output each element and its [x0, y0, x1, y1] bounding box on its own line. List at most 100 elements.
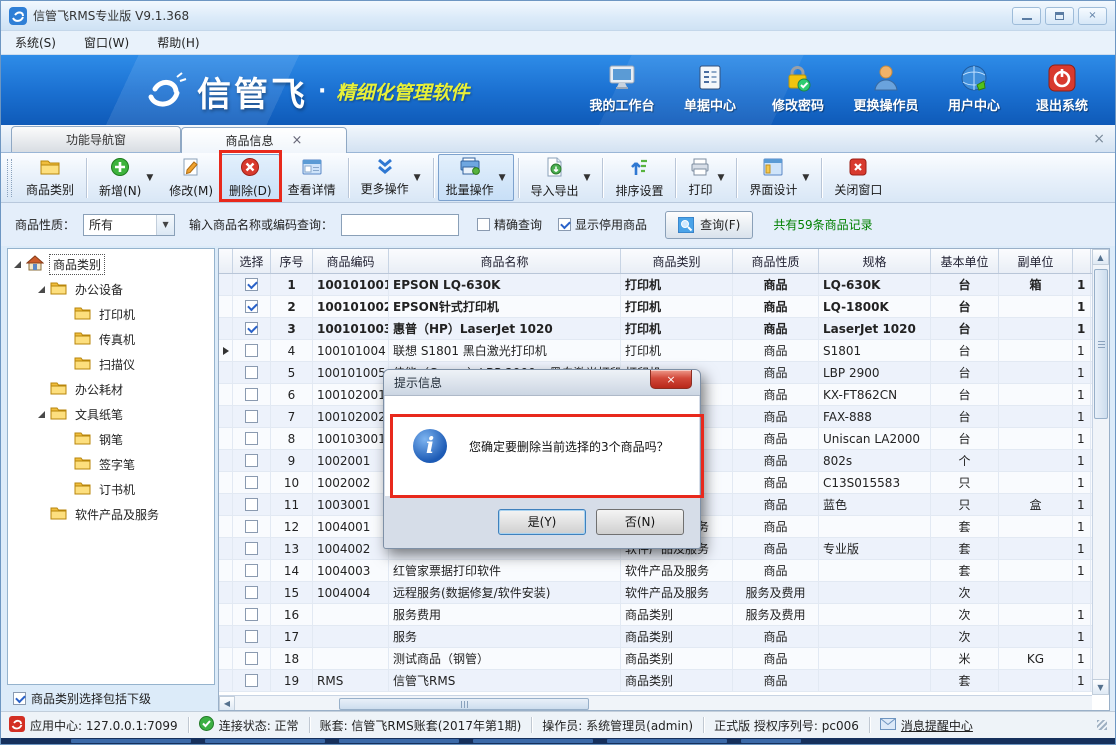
select-cell[interactable]: [233, 472, 271, 493]
horizontal-scrollbar[interactable]: ◀: [219, 695, 1092, 710]
column-header[interactable]: 规格: [819, 249, 931, 273]
horizontal-scroll-thumb[interactable]: [339, 698, 589, 710]
action-change-password[interactable]: 修改密码: [759, 63, 837, 114]
tree-item[interactable]: 文具纸笔: [8, 402, 214, 427]
table-row[interactable]: 4100101004联想 S1801 黑白激光打印机打印机商品S1801台1: [219, 340, 1109, 362]
action-my-workbench[interactable]: 我的工作台: [583, 63, 661, 114]
select-cell[interactable]: [233, 494, 271, 515]
menu-window[interactable]: 窗口(W): [84, 34, 129, 51]
table-row[interactable]: 151004004远程服务(数据修复/软件安装)软件产品及服务服务及费用次: [219, 582, 1109, 604]
no-button[interactable]: 否(N): [596, 509, 684, 535]
search-input[interactable]: [341, 214, 459, 236]
select-cell[interactable]: [233, 560, 271, 581]
tree-item[interactable]: 商品类别: [8, 252, 214, 277]
select-cell[interactable]: [233, 318, 271, 339]
tabstrip-close-icon[interactable]: ×: [1093, 131, 1105, 147]
tree-item[interactable]: 钢笔: [8, 427, 214, 452]
action-exit-system[interactable]: 退出系统: [1023, 63, 1101, 114]
table-row[interactable]: 19RMS信管飞RMS商品类别商品套1: [219, 670, 1109, 692]
column-header[interactable]: 商品名称: [389, 249, 621, 273]
column-header[interactable]: 副单位: [999, 249, 1073, 273]
table-row[interactable]: 141004003红管家票据打印软件软件产品及服务商品套1: [219, 560, 1109, 582]
row-checkbox[interactable]: [245, 278, 258, 291]
yes-button[interactable]: 是(Y): [498, 509, 586, 535]
tab-function-nav[interactable]: 功能导航窗: [11, 126, 181, 152]
row-checkbox[interactable]: [245, 542, 258, 555]
tree-item[interactable]: 订书机: [8, 477, 214, 502]
toolbar-button-1[interactable]: 商品类别: [18, 155, 82, 201]
dropdown-arrow-icon[interactable]: ▼: [499, 173, 506, 183]
toolbar-button-3[interactable]: 修改(M): [161, 154, 221, 202]
scroll-left-button[interactable]: ◀: [219, 696, 235, 711]
tab-product-info[interactable]: 商品信息 ×: [181, 127, 347, 153]
tree-item[interactable]: 签字笔: [8, 452, 214, 477]
statusbar-item-6[interactable]: 消息提醒中心: [880, 717, 973, 734]
toolbar-button-10[interactable]: 打印▼: [680, 155, 732, 201]
select-cell[interactable]: [233, 340, 271, 361]
action-switch-operator[interactable]: 更换操作员: [847, 63, 925, 114]
column-header[interactable]: 选择: [233, 249, 271, 273]
toolbar-button-6[interactable]: 更多操作▼: [353, 155, 429, 200]
toolbar-button-8[interactable]: 导入导出▼: [523, 154, 599, 202]
dropdown-arrow-icon[interactable]: ▼: [584, 173, 591, 183]
row-checkbox[interactable]: [245, 674, 258, 687]
action-bills-center[interactable]: 单据中心: [671, 63, 749, 114]
toolbar-button-12[interactable]: 关闭窗口: [826, 155, 890, 201]
row-checkbox[interactable]: [245, 476, 258, 489]
table-row[interactable]: 16服务费用商品类别服务及费用次1: [219, 604, 1109, 626]
table-row[interactable]: 1100101001EPSON LQ-630K打印机商品LQ-630K台箱1: [219, 274, 1109, 296]
tab-close-icon[interactable]: ×: [292, 134, 303, 147]
tree-expander-icon[interactable]: [14, 261, 21, 268]
table-row[interactable]: 18测试商品（钢管）商品类别商品米KG1: [219, 648, 1109, 670]
show-disabled-checkbox[interactable]: 显示停用商品: [558, 216, 647, 233]
dropdown-arrow-icon[interactable]: ▼: [146, 173, 153, 183]
row-checkbox[interactable]: [245, 366, 258, 379]
select-cell[interactable]: [233, 582, 271, 603]
tree-item[interactable]: 扫描仪: [8, 352, 214, 377]
scroll-down-button[interactable]: ▼: [1092, 679, 1109, 695]
row-checkbox[interactable]: [245, 608, 258, 621]
exact-query-checkbox[interactable]: 精确查询: [477, 216, 542, 233]
toolbar-drag-handle[interactable]: [7, 159, 12, 197]
select-cell[interactable]: [233, 626, 271, 647]
dropdown-arrow-icon[interactable]: ▼: [414, 173, 421, 183]
select-cell[interactable]: [233, 538, 271, 559]
nature-select[interactable]: 所有 ▼: [83, 214, 175, 236]
row-checkbox[interactable]: [245, 388, 258, 401]
table-row[interactable]: 17服务商品类别商品次1: [219, 626, 1109, 648]
tree-item[interactable]: 办公耗材: [8, 377, 214, 402]
row-checkbox[interactable]: [245, 300, 258, 313]
select-cell[interactable]: [233, 406, 271, 427]
select-cell[interactable]: [233, 670, 271, 691]
dropdown-arrow-icon[interactable]: ▼: [802, 173, 809, 183]
row-checkbox[interactable]: [245, 564, 258, 577]
toolbar-button-2[interactable]: 新增(N)▼: [91, 154, 161, 202]
tree-item[interactable]: 软件产品及服务: [8, 502, 214, 527]
select-cell[interactable]: [233, 296, 271, 317]
dialog-close-button[interactable]: ×: [650, 370, 692, 389]
select-cell[interactable]: [233, 516, 271, 537]
toolbar-button-4[interactable]: 删除(D): [221, 154, 280, 202]
row-checkbox[interactable]: [245, 322, 258, 335]
toolbar-button-11[interactable]: 界面设计▼: [741, 155, 817, 201]
tree-item[interactable]: 办公设备: [8, 277, 214, 302]
select-cell[interactable]: [233, 604, 271, 625]
select-cell[interactable]: [233, 648, 271, 669]
menu-help[interactable]: 帮助(H): [157, 34, 199, 51]
column-header[interactable]: 序号: [271, 249, 313, 273]
select-cell[interactable]: [233, 428, 271, 449]
query-button[interactable]: 查询(F): [665, 211, 753, 239]
menu-system[interactable]: 系统(S): [15, 34, 56, 51]
dropdown-arrow-icon[interactable]: ▼: [717, 173, 724, 183]
toolbar-button-9[interactable]: 排序设置: [607, 154, 671, 202]
select-cell[interactable]: [233, 274, 271, 295]
row-checkbox[interactable]: [245, 498, 258, 511]
table-row[interactable]: 3100101003惠普（HP）LaserJet 1020打印机商品LaserJ…: [219, 318, 1109, 340]
select-cell[interactable]: [233, 450, 271, 471]
row-checkbox[interactable]: [245, 630, 258, 643]
toolbar-button-7[interactable]: 批量操作▼: [438, 154, 514, 201]
include-sub-checkbox[interactable]: 商品类别选择包括下级: [7, 685, 215, 711]
column-header[interactable]: 商品性质: [733, 249, 819, 273]
action-user-center[interactable]: 用户中心: [935, 63, 1013, 114]
column-header[interactable]: 基本单位: [931, 249, 999, 273]
